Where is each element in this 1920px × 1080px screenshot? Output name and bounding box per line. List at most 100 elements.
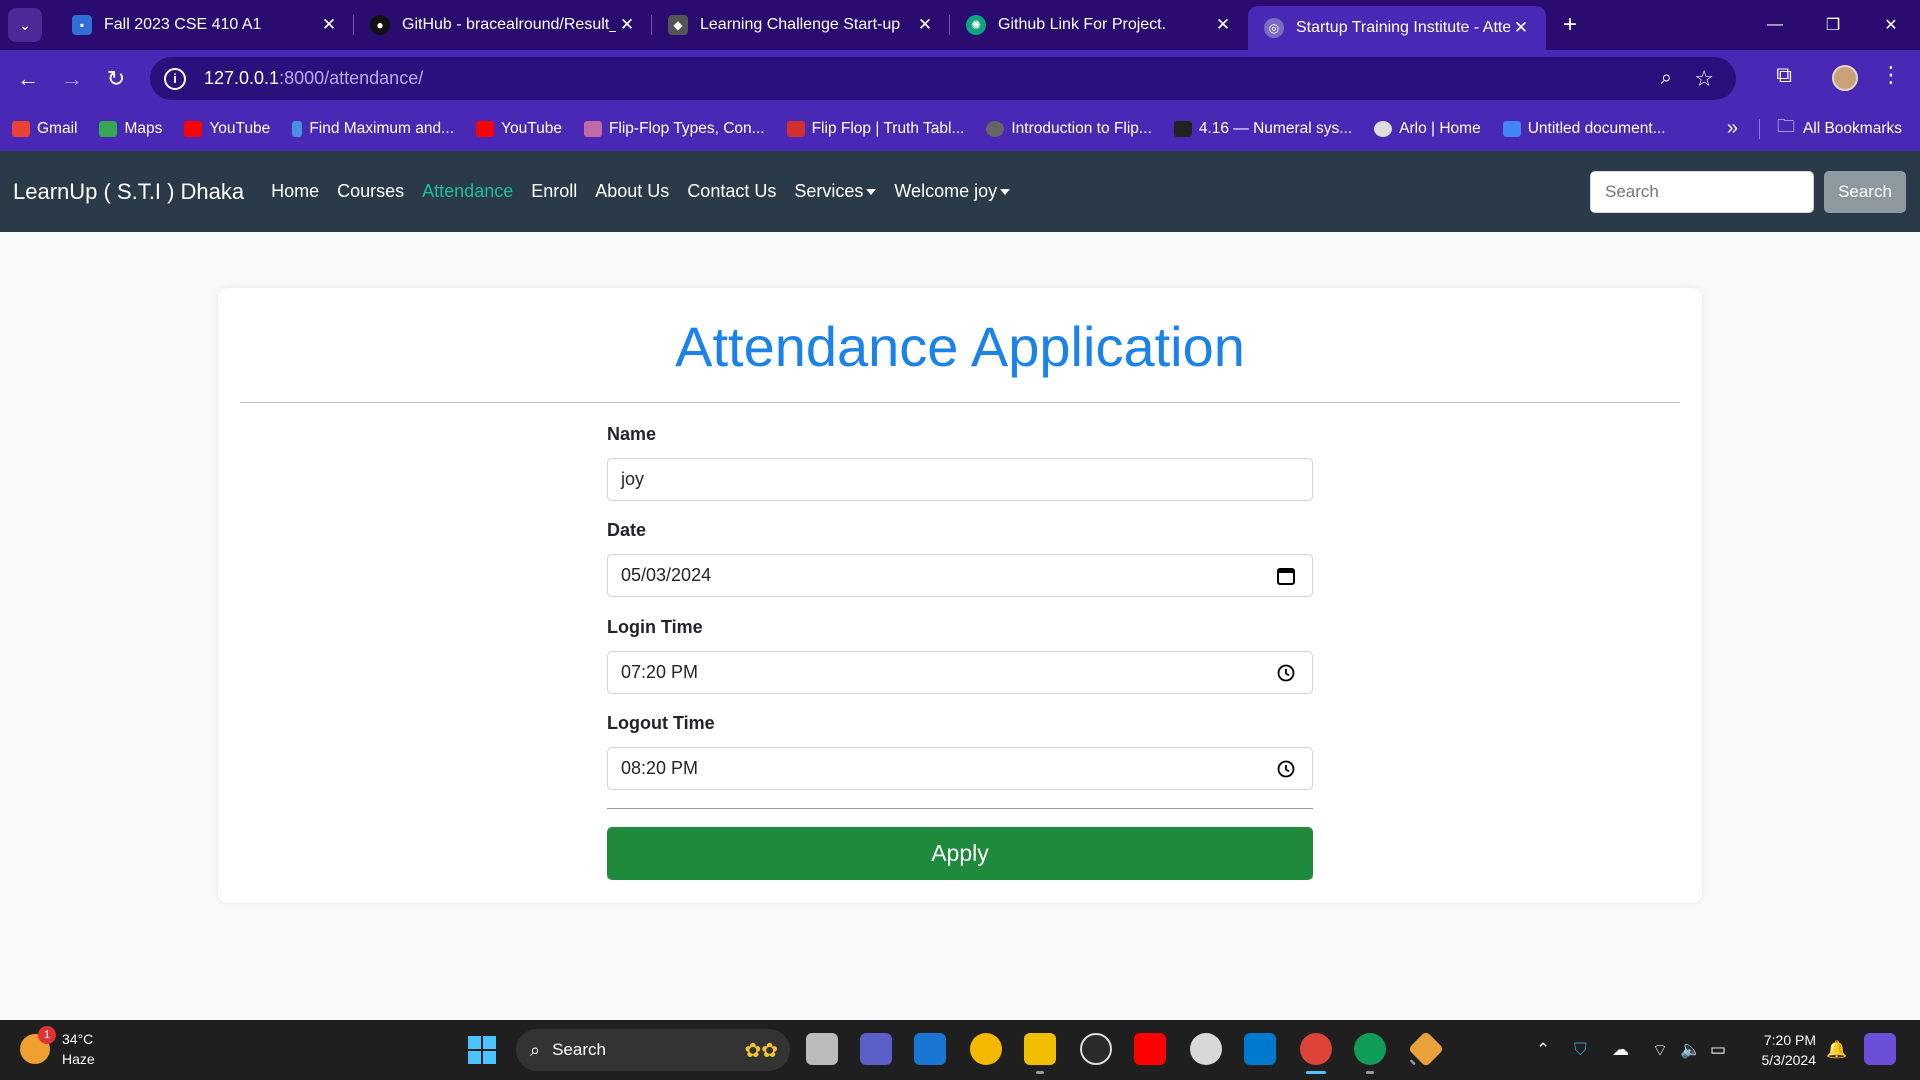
bookmark-item[interactable]: Gmail bbox=[12, 120, 77, 138]
volume-icon[interactable]: 🔈 bbox=[1680, 1020, 1701, 1080]
nav-courses[interactable]: Courses bbox=[337, 181, 404, 202]
weather-app-icon[interactable] bbox=[970, 1033, 1002, 1065]
logout-time-field[interactable]: 08:20 PM bbox=[607, 747, 1313, 790]
more-menu-icon[interactable]: ⋮ bbox=[1880, 62, 1902, 88]
bookmark-item[interactable]: Flip Flop | Truth Tabl... bbox=[786, 120, 964, 138]
classroom-icon: ▪ bbox=[72, 15, 92, 35]
copilot-icon[interactable] bbox=[1864, 1033, 1896, 1065]
chrome-icon[interactable] bbox=[1300, 1033, 1332, 1074]
sigma-icon bbox=[786, 121, 805, 137]
bookmark-item[interactable]: Find Maximum and... bbox=[292, 120, 454, 138]
bookmark-item[interactable]: Flip-Flop Types, Con... bbox=[583, 120, 765, 138]
wifi-icon[interactable]: ⌔ bbox=[1652, 1020, 1668, 1080]
all-bookmarks-button[interactable]: 🗀 All Bookmarks bbox=[1777, 107, 1902, 151]
login-time-label: Login Time bbox=[607, 617, 703, 637]
more-bookmarks-icon[interactable]: » bbox=[1727, 117, 1738, 140]
task-view-icon[interactable] bbox=[806, 1033, 838, 1065]
file-explorer-icon[interactable] bbox=[1024, 1033, 1056, 1074]
app-icon[interactable] bbox=[1190, 1033, 1222, 1065]
close-tab-icon[interactable]: ✕ bbox=[616, 15, 638, 35]
onedrive-icon[interactable]: ☁ bbox=[1612, 1020, 1629, 1080]
site-search-button[interactable]: Search bbox=[1824, 171, 1906, 213]
restore-icon[interactable]: ❐ bbox=[1804, 0, 1862, 50]
bookmark-item[interactable]: 4.16 — Numeral sys... bbox=[1173, 120, 1352, 138]
browser-tab[interactable]: ◆ Learning Challenge Start-up ✕ bbox=[652, 0, 950, 50]
calendar-icon[interactable] bbox=[1276, 566, 1296, 586]
url-host: 127.0.0.1 bbox=[204, 68, 280, 88]
page-title: Attendance Application bbox=[675, 315, 1245, 378]
nav-attendance[interactable]: Attendance bbox=[422, 181, 513, 202]
tab-title: Startup Training Institute - Atten bbox=[1296, 19, 1510, 36]
new-tab-button[interactable]: + bbox=[1550, 11, 1590, 39]
bookmark-item[interactable]: Maps bbox=[99, 120, 162, 138]
site-info-icon[interactable]: i bbox=[164, 67, 186, 90]
close-tab-icon[interactable]: ✕ bbox=[1510, 18, 1532, 38]
login-time-field[interactable]: 07:20 PM bbox=[607, 651, 1313, 694]
obs-icon[interactable] bbox=[1080, 1033, 1112, 1065]
url-bar[interactable]: i 127.0.0.1:8000/attendance/ ⌕ ☆ bbox=[150, 57, 1736, 100]
logout-time-value: 08:20 PM bbox=[621, 758, 699, 778]
weather-widget[interactable]: 1 34°C Haze bbox=[20, 1026, 95, 1069]
name-label: Name bbox=[607, 424, 657, 444]
flower-icon: ✿✿ bbox=[744, 1040, 778, 1062]
tab-title: Fall 2023 CSE 410 A1 bbox=[104, 16, 262, 33]
apply-button[interactable]: Apply bbox=[607, 827, 1313, 880]
form-divider bbox=[607, 808, 1313, 809]
nav-user-dropdown[interactable]: Welcome joy bbox=[894, 181, 1011, 202]
taskbar-search[interactable]: ⌕ Search ✿✿ bbox=[516, 1029, 790, 1071]
notification-badge: 1 bbox=[38, 1026, 56, 1044]
chrome-profile-icon[interactable] bbox=[1354, 1033, 1386, 1074]
extensions-icon[interactable]: ⧉ bbox=[1776, 62, 1792, 88]
minimize-icon[interactable]: — bbox=[1746, 0, 1804, 50]
close-tab-icon[interactable]: ✕ bbox=[914, 15, 936, 35]
date-field[interactable]: 05/03/2024 bbox=[607, 554, 1313, 597]
browser-tab[interactable]: ✺ Github Link For Project. ✕ bbox=[950, 0, 1248, 50]
site-brand[interactable]: LearnUp ( S.T.I ) Dhaka bbox=[13, 179, 244, 205]
back-icon[interactable]: ← bbox=[8, 59, 48, 99]
bookmark-star-icon[interactable]: ☆ bbox=[1694, 66, 1714, 92]
site-search-input[interactable] bbox=[1590, 171, 1814, 213]
system-clock[interactable]: 7:20 PM 5/3/2024 bbox=[1762, 1030, 1817, 1070]
nav-about[interactable]: About Us bbox=[595, 181, 669, 202]
close-tab-icon[interactable]: ✕ bbox=[1212, 15, 1234, 35]
shield-icon[interactable]: ⛉ bbox=[1574, 1020, 1587, 1080]
nav-services-dropdown[interactable]: Services bbox=[794, 181, 877, 202]
browser-tab[interactable]: ● GitHub - bracealround/Result_P ✕ bbox=[354, 0, 652, 50]
avatar[interactable] bbox=[1832, 65, 1858, 91]
name-field[interactable]: joy bbox=[607, 458, 1313, 501]
bookmark-item[interactable]: Arlo | Home bbox=[1374, 120, 1481, 138]
tab-title: GitHub - bracealround/Result_P bbox=[402, 16, 616, 33]
nav-enroll[interactable]: Enroll bbox=[531, 181, 577, 202]
bookmark-item[interactable]: YouTube bbox=[184, 120, 270, 138]
bookmark-item[interactable]: Introduction to Flip... bbox=[986, 120, 1152, 138]
teams-icon[interactable] bbox=[860, 1033, 892, 1065]
notification-bell-icon[interactable]: 🔔 bbox=[1826, 1020, 1847, 1080]
clock-icon[interactable] bbox=[1276, 759, 1296, 779]
browser-tab-active[interactable]: ◎ Startup Training Institute - Atten ✕ bbox=[1248, 6, 1546, 50]
clock-icon[interactable] bbox=[1276, 663, 1296, 683]
youtube-icon[interactable] bbox=[1134, 1033, 1166, 1065]
forward-icon[interactable]: → bbox=[52, 59, 92, 99]
close-tab-icon[interactable]: ✕ bbox=[318, 15, 340, 35]
bookmark-item[interactable]: Untitled document... bbox=[1502, 120, 1666, 138]
windows-start-icon[interactable] bbox=[468, 1036, 496, 1064]
login-time-value: 07:20 PM bbox=[621, 662, 699, 682]
git-icon[interactable] bbox=[1407, 1030, 1445, 1068]
site-navbar: LearnUp ( S.T.I ) Dhaka Home Courses Att… bbox=[0, 151, 1920, 232]
close-window-icon[interactable]: ✕ bbox=[1862, 0, 1920, 50]
nav-home[interactable]: Home bbox=[271, 181, 319, 202]
mail-icon[interactable] bbox=[914, 1033, 946, 1065]
nav-contact[interactable]: Contact Us bbox=[687, 181, 776, 202]
vscode-icon[interactable] bbox=[1244, 1033, 1276, 1065]
reload-icon[interactable]: ↻ bbox=[96, 59, 136, 99]
weather-icon: 1 bbox=[20, 1026, 56, 1064]
bookmark-item[interactable]: YouTube bbox=[476, 120, 562, 138]
battery-icon[interactable]: ▭ bbox=[1710, 1020, 1726, 1080]
browser-tab-strip: ⌄ ▪ Fall 2023 CSE 410 A1 ✕ ● GitHub - br… bbox=[0, 0, 1920, 50]
browser-tab[interactable]: ▪ Fall 2023 CSE 410 A1 ✕ bbox=[56, 0, 354, 50]
chevron-up-icon[interactable]: ⌃ bbox=[1536, 1020, 1550, 1080]
divider bbox=[240, 402, 1680, 403]
zoom-icon[interactable]: ⌕ bbox=[1661, 67, 1672, 90]
url-path: :8000/attendance/ bbox=[279, 68, 424, 88]
tab-search-button[interactable]: ⌄ bbox=[8, 8, 42, 42]
